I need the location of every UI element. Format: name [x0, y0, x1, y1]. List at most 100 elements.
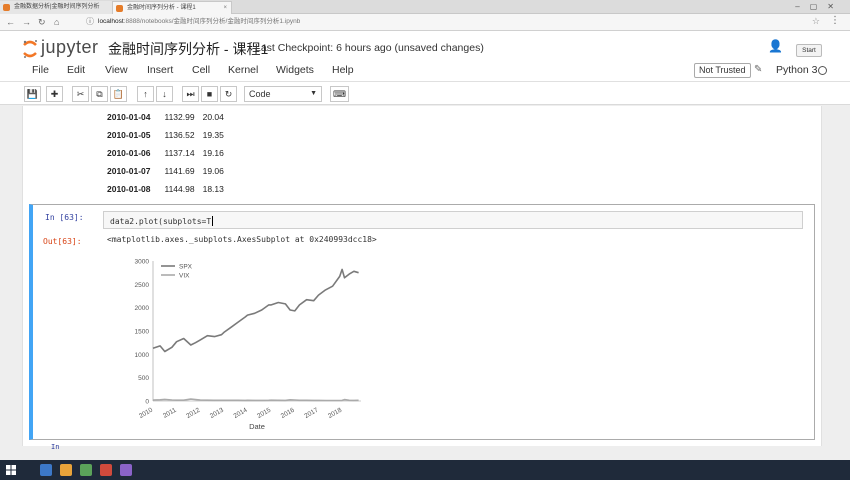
table-row: 2010-01-04 1132.99 20.04	[103, 108, 228, 126]
paste-icon: 📋	[112, 89, 125, 99]
pencil-icon[interactable]: ✎	[754, 64, 762, 75]
insert-cell-button[interactable]: ✚	[46, 86, 63, 102]
command-palette-button[interactable]: ⌨	[330, 86, 349, 102]
windows-start-icon[interactable]	[6, 465, 16, 475]
keyboard-icon: ⌨	[333, 89, 346, 99]
code-cell-selected[interactable]: In [63]: data2.plot(subplots=T Out[63]: …	[29, 204, 815, 440]
x-tick-label: 2014	[233, 406, 249, 419]
kernel-idle-icon	[818, 66, 827, 75]
table-index-cell: 2010-01-07	[107, 166, 151, 176]
taskbar-app-icon[interactable]	[100, 464, 112, 476]
browser-tab-1[interactable]: 金融数据分析|金融时间序列分析	[0, 1, 112, 14]
browser-tab-bar: 金融数据分析|金融时间序列分析 金融时间序列分析 - 课程1 × –▢✕	[0, 0, 850, 14]
save-icon: 💾	[26, 89, 39, 99]
taskbar-app-icon[interactable]	[40, 464, 52, 476]
table-cell: 19.16	[202, 148, 224, 158]
windows-taskbar	[0, 460, 850, 480]
code-input[interactable]: data2.plot(subplots=T	[103, 211, 803, 229]
taskbar-app-icon[interactable]	[80, 464, 92, 476]
save-button[interactable]: 💾	[24, 86, 41, 102]
x-tick-label: 2011	[162, 406, 178, 419]
notebook-page: 2010-01-04 1132.99 20.04 2010-01-05 1136.52 1…	[22, 106, 822, 451]
browser-tab-2[interactable]: 金融时间序列分析 - 课程1 ×	[112, 1, 232, 14]
table-row: 2010-01-08 1144.98 18.13	[103, 180, 228, 198]
menu-edit[interactable]: Edit	[67, 64, 85, 76]
copy-icon: ⧉	[96, 89, 103, 99]
paste-button[interactable]: 📋	[110, 86, 127, 102]
logout-button[interactable]: Start	[796, 44, 822, 57]
close-tab-icon[interactable]: ×	[223, 2, 227, 14]
overlay-person-icon: 👤	[768, 39, 789, 53]
window-controls[interactable]: –▢✕	[795, 0, 844, 13]
taskbar-app-icon[interactable]	[60, 464, 72, 476]
url-path: :8888/notebooks/金融时间序列分析/金融时间序列分析1.ipynb	[123, 18, 301, 25]
notebook-toolbar: 💾 ✚ ✂ ⧉ 📋 ↑ ↓ ⏭ ■ ↻ Code ▼ ⌨	[0, 83, 850, 105]
notebook-area: 2010-01-04 1132.99 20.04 2010-01-05 1136.52 1…	[0, 106, 850, 451]
move-up-button[interactable]: ↑	[137, 86, 154, 102]
table-row: 2010-01-05 1136.52 19.35	[103, 126, 228, 144]
table-cell: 1144.98	[164, 184, 195, 194]
bookmark-star-icon[interactable]: ☆	[812, 16, 820, 27]
table-index-cell: 2010-01-05	[107, 130, 151, 140]
menu-cell[interactable]: Cell	[192, 64, 210, 76]
y-tick-label: 0	[145, 399, 149, 406]
x-tick-label: 2018	[327, 406, 343, 419]
move-down-button[interactable]: ↓	[156, 86, 173, 102]
legend-label: SPX	[179, 264, 193, 271]
menu-widgets[interactable]: Widgets	[276, 64, 314, 76]
menu-file[interactable]: File	[32, 64, 49, 76]
x-tick-label: 2013	[209, 406, 225, 419]
back-icon[interactable]: ←	[6, 16, 15, 28]
dataframe-output: 2010-01-04 1132.99 20.04 2010-01-05 1136.52 1…	[103, 108, 228, 198]
url-host: localhost	[98, 18, 124, 25]
x-tick-label: 2017	[303, 406, 319, 419]
series-line-vix	[152, 398, 359, 402]
reload-icon[interactable]: ↻	[38, 16, 46, 28]
favicon-icon	[3, 4, 10, 11]
taskbar-app-icon[interactable]	[120, 464, 132, 476]
x-axis-label: Date	[249, 422, 265, 431]
checkpoint-status: Last Checkpoint: 6 hours ago (unsaved ch…	[255, 42, 484, 54]
notebook-title[interactable]: 金融时间序列分析 - 课程1	[108, 39, 268, 59]
browser-menu-icon[interactable]: ⋮	[830, 15, 840, 26]
table-cell: 1136.52	[164, 130, 195, 140]
table-cell: 19.06	[202, 166, 224, 176]
cut-button[interactable]: ✂	[72, 86, 89, 102]
chevron-down-icon: ▼	[310, 90, 317, 97]
line-chart: 0 500 1000 1500 2000 2500 3000 2010 2011 2012 2013…	[135, 259, 361, 431]
menu-kernel[interactable]: Kernel	[228, 64, 258, 76]
cell-type-select[interactable]: Code ▼	[244, 86, 322, 102]
jupyter-logo[interactable]: jupyter	[22, 37, 118, 61]
out-prompt: Out[63]:	[43, 237, 82, 246]
table-index-cell: 2010-01-08	[107, 184, 151, 194]
run-button[interactable]: ⏭	[182, 86, 199, 102]
code-text: data2.plot(subplots=T	[110, 216, 214, 226]
forward-icon[interactable]: →	[22, 16, 31, 28]
text-cursor	[212, 216, 214, 226]
menu-help[interactable]: Help	[332, 64, 354, 76]
home-icon[interactable]: ⌂	[54, 16, 59, 28]
info-icon[interactable]: ⓘ	[86, 16, 94, 28]
restart-button[interactable]: ↻	[220, 86, 237, 102]
interrupt-button[interactable]: ■	[201, 86, 218, 102]
down-icon: ↓	[162, 89, 167, 99]
run-icon: ⏭	[186, 89, 195, 99]
jupyter-logo-text: jupyter	[41, 37, 99, 57]
table-cell: 1141.69	[164, 166, 195, 176]
y-tick-label: 1000	[135, 352, 150, 359]
legend-label: VIX	[179, 273, 190, 280]
copy-button[interactable]: ⧉	[91, 86, 108, 102]
table-row: 2010-01-06 1137.14 19.16	[103, 144, 228, 162]
browser-tab-1-label: 金融数据分析|金融时间序列分析	[14, 4, 100, 10]
y-tick-label: 2500	[135, 282, 150, 289]
menu-insert[interactable]: Insert	[147, 64, 173, 76]
url-field[interactable]: localhost:8888/notebooks/金融时间序列分析/金融时间序列…	[98, 16, 658, 28]
menu-view[interactable]: View	[105, 64, 128, 76]
not-trusted-button[interactable]: Not Trusted	[694, 63, 751, 78]
plus-icon: ✚	[50, 89, 59, 99]
favicon-icon	[116, 5, 123, 12]
cell-type-value: Code	[249, 89, 271, 99]
next-cell-prompt: In	[51, 443, 60, 451]
table-index-cell: 2010-01-06	[107, 148, 151, 158]
up-icon: ↑	[143, 89, 148, 99]
